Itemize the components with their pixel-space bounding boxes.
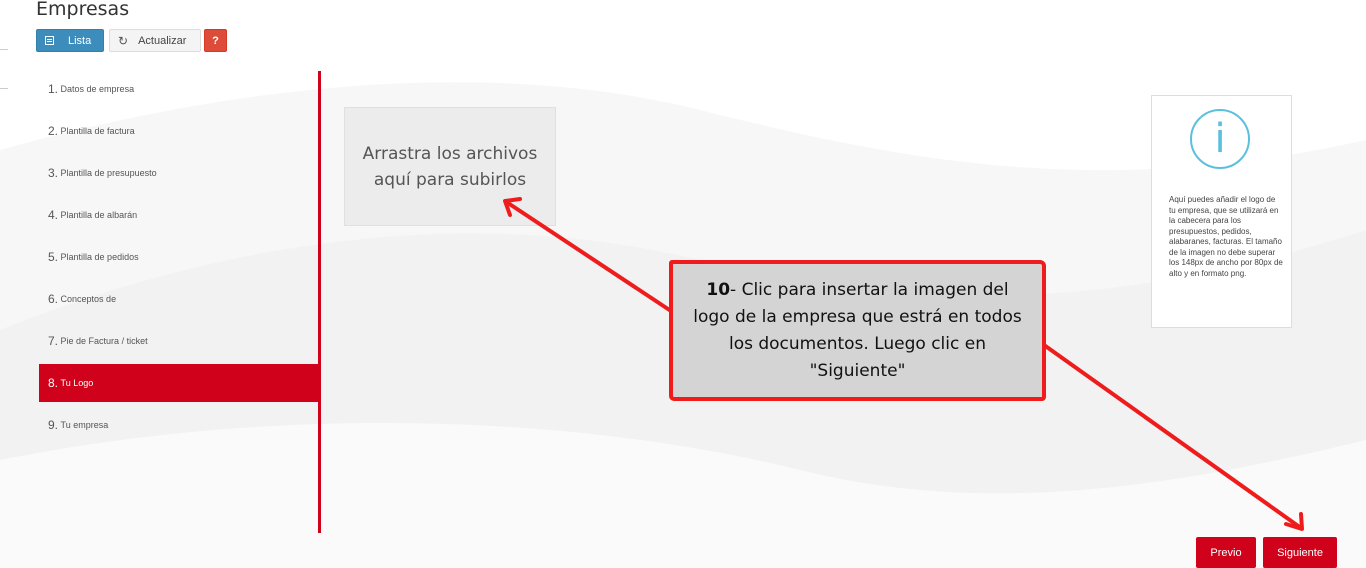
- callout-text: - Clic para insertar la imagen del logo …: [693, 279, 1022, 381]
- step-plantilla-presupuesto[interactable]: 3. Plantilla de presupuesto: [39, 154, 320, 192]
- step-tu-empresa[interactable]: 9. Tu empresa: [39, 406, 320, 444]
- divider: [0, 88, 8, 89]
- step-number: 9.: [48, 418, 59, 432]
- siguiente-button[interactable]: Siguiente: [1263, 537, 1337, 568]
- info-text: Aquí puedes añadir el logo de tu empresa…: [1169, 195, 1283, 278]
- refresh-icon: ↻: [118, 33, 129, 48]
- step-label: Pie de Factura / ticket: [60, 336, 148, 346]
- toolbar: Lista ↻ Actualizar ?: [36, 29, 227, 52]
- file-dropzone[interactable]: Arrastra los archivos aquí para subirlos: [344, 107, 556, 226]
- step-label: Plantilla de albarán: [60, 210, 138, 220]
- step-label: Datos de empresa: [60, 84, 135, 94]
- step-plantilla-factura[interactable]: 2. Plantilla de factura: [39, 112, 320, 150]
- tutorial-callout: 10- Clic para insertar la imagen del log…: [669, 260, 1046, 401]
- step-number: 2.: [48, 124, 59, 138]
- step-label: Plantilla de pedidos: [60, 252, 139, 262]
- step-datos-empresa[interactable]: 1. Datos de empresa: [39, 70, 320, 108]
- step-label: Plantilla de presupuesto: [60, 168, 157, 178]
- previo-button[interactable]: Previo: [1196, 537, 1256, 568]
- step-plantilla-albaran[interactable]: 4. Plantilla de albarán: [39, 196, 320, 234]
- step-number: 4.: [48, 208, 59, 222]
- wizard-steps: 1. Datos de empresa 2. Plantilla de fact…: [39, 70, 320, 448]
- lista-button[interactable]: Lista: [36, 29, 104, 52]
- step-number: 5.: [48, 250, 59, 264]
- actualizar-button[interactable]: ↻ Actualizar: [109, 29, 201, 52]
- callout-number: 10: [706, 279, 731, 300]
- step-plantilla-pedidos[interactable]: 5. Plantilla de pedidos: [39, 238, 320, 276]
- step-number: 1.: [48, 82, 59, 96]
- step-label: Plantilla de factura: [60, 126, 135, 136]
- step-number: 8.: [48, 376, 59, 390]
- step-number: 6.: [48, 292, 59, 306]
- step-label: Conceptos de: [60, 294, 117, 304]
- step-conceptos[interactable]: 6. Conceptos de: [39, 280, 320, 318]
- help-button[interactable]: ?: [204, 29, 227, 52]
- lista-label: Lista: [68, 34, 92, 47]
- step-label: Tu Logo: [60, 378, 94, 388]
- info-icon: i: [1190, 109, 1250, 169]
- step-pie-factura[interactable]: 7. Pie de Factura / ticket: [39, 322, 320, 360]
- step-label: Tu empresa: [60, 420, 109, 430]
- list-icon: [45, 36, 54, 45]
- actualizar-label: Actualizar: [138, 34, 187, 47]
- steps-divider: [318, 71, 321, 533]
- divider: [0, 49, 8, 50]
- step-tu-logo[interactable]: 8. Tu Logo: [39, 364, 320, 402]
- step-number: 7.: [48, 334, 59, 348]
- step-number: 3.: [48, 166, 59, 180]
- page-title: Empresas: [36, 0, 130, 20]
- info-card: i Aquí puedes añadir el logo de tu empre…: [1151, 95, 1292, 328]
